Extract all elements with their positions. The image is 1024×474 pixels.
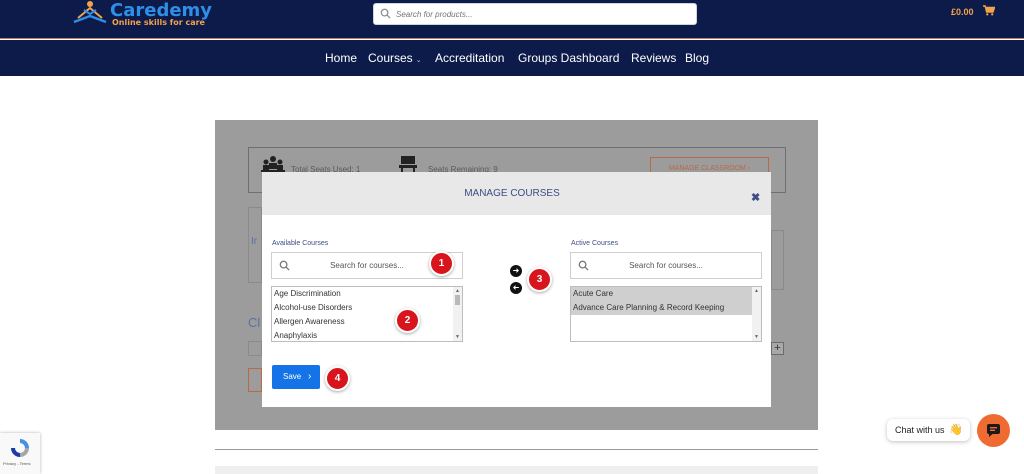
step-badge-1: 1: [429, 251, 454, 276]
scroll-down-icon[interactable]: ▼: [754, 334, 759, 340]
chat-launcher-button[interactable]: [977, 414, 1010, 447]
active-courses-label: Active Courses: [571, 240, 619, 247]
list-item[interactable]: Allergen Awareness: [272, 315, 462, 329]
background-scrollbar: [771, 230, 784, 290]
active-search-placeholder: Search for courses...: [629, 261, 703, 270]
list-item[interactable]: Age Discrimination: [272, 287, 462, 301]
chevron-right-icon: ›: [308, 371, 312, 382]
close-icon[interactable]: ✖: [751, 191, 760, 204]
recaptcha-terms[interactable]: Privacy - Terms: [3, 461, 30, 466]
step-badge-3: 3: [527, 267, 552, 292]
list-scrollbar[interactable]: ▲ ▼: [752, 287, 761, 341]
site-logo[interactable]: Caredemy Online skills for care: [72, 0, 212, 30]
available-courses-list[interactable]: Age Discrimination Alcohol-use Disorders…: [271, 286, 463, 342]
nav-accreditation[interactable]: Accreditation: [435, 51, 504, 65]
list-item[interactable]: Advance Care Planning & Record Keeping: [571, 301, 761, 315]
chat-with-us-pill[interactable]: Chat with us 👋: [887, 419, 970, 441]
list-scrollbar[interactable]: ▲ ▼: [453, 287, 462, 341]
scroll-down-icon[interactable]: ▼: [455, 334, 460, 340]
logo-tagline: Online skills for care: [112, 18, 205, 27]
available-courses-label: Available Courses: [272, 240, 329, 247]
product-search[interactable]: [373, 3, 697, 25]
cart-icon: [983, 5, 995, 16]
background-button: [248, 368, 262, 392]
move-right-arrow-icon[interactable]: ➜: [510, 265, 522, 277]
move-left-arrow-icon[interactable]: ➜: [510, 282, 522, 294]
modal-header: MANAGE COURSES ✖: [262, 172, 771, 215]
nav-groups-dashboard[interactable]: Groups Dashboard: [518, 51, 619, 65]
scroll-thumb[interactable]: [455, 295, 460, 305]
group-users-icon: [261, 156, 285, 172]
add-icon[interactable]: +: [771, 342, 784, 355]
list-item[interactable]: Acute Care: [571, 287, 761, 301]
save-button[interactable]: Save ›: [272, 365, 320, 389]
step-badge-4: 4: [325, 366, 350, 391]
recaptcha-badge[interactable]: Privacy - Terms: [0, 433, 40, 474]
chat-label: Chat with us: [895, 425, 945, 435]
chevron-down-icon: ⌄: [415, 57, 422, 64]
search-icon: [380, 8, 391, 19]
top-header: Caredemy Online skills for care £0.00: [0, 0, 1024, 39]
list-item[interactable]: Alcohol-use Disorders: [272, 301, 462, 315]
chat-bubble-icon: [987, 424, 1000, 437]
recaptcha-icon: [11, 439, 29, 457]
modal-title: MANAGE COURSES: [464, 188, 560, 199]
background-input: [248, 341, 262, 356]
active-courses-list[interactable]: Acute Care Advance Care Planning & Recor…: [570, 286, 762, 342]
step-badge-2: 2: [395, 308, 420, 333]
save-label: Save: [283, 372, 302, 381]
cart-total: £0.00: [951, 7, 974, 17]
background-ir-text: Ir: [251, 236, 258, 247]
active-courses-search[interactable]: Search for courses...: [570, 252, 762, 279]
lower-section: [215, 466, 818, 474]
cart-link[interactable]: £0.00: [951, 5, 995, 17]
scroll-up-icon[interactable]: ▲: [754, 288, 759, 294]
logo-icon: [73, 1, 107, 24]
list-item[interactable]: Anaphylaxis: [272, 329, 462, 341]
waving-hand-icon: 👋: [949, 424, 963, 436]
nav-blog[interactable]: Blog: [685, 51, 709, 65]
nav-home[interactable]: Home: [325, 51, 357, 65]
background-cl-heading: Cl: [248, 315, 261, 330]
main-nav: Home Courses ⌄ Accreditation Groups Dashb…: [0, 40, 1024, 76]
nav-courses-label: Courses: [368, 51, 413, 65]
manage-classroom-label: MANAGE CLASSROOM: [668, 165, 746, 172]
nav-courses[interactable]: Courses ⌄: [368, 51, 422, 65]
scroll-up-icon[interactable]: ▲: [455, 288, 460, 294]
nav-reviews[interactable]: Reviews: [631, 51, 676, 65]
product-search-input[interactable]: [396, 6, 686, 22]
seat-icon: [399, 156, 417, 172]
divider: [215, 449, 818, 450]
